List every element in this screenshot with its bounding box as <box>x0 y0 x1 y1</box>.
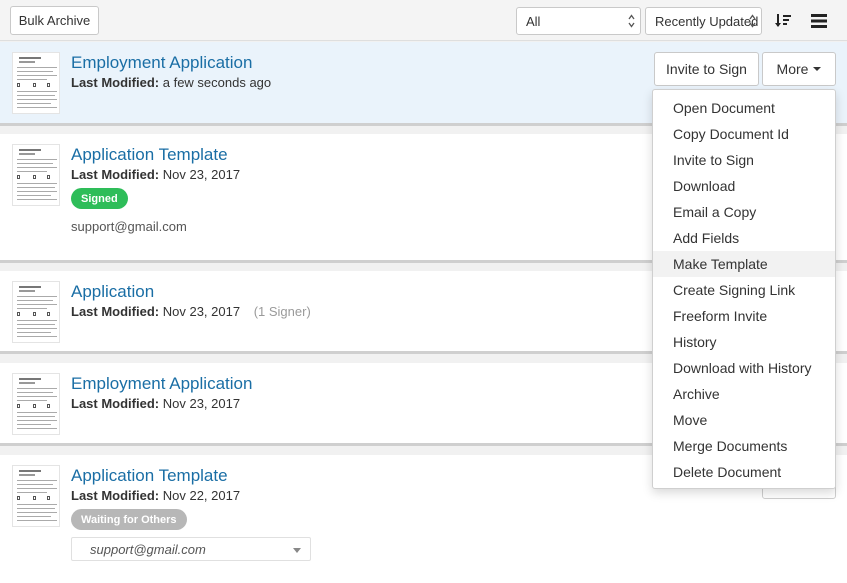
sort-select-value: Recently Updated <box>655 13 759 29</box>
last-modified-value: Nov 23, 2017 <box>162 304 241 319</box>
menu-item-history[interactable]: History <box>653 329 835 355</box>
list-view-icon[interactable] <box>809 11 829 31</box>
menu-item-delete-document[interactable]: Delete Document <box>653 459 835 485</box>
menu-item-email-a-copy[interactable]: Email a Copy <box>653 199 835 225</box>
signer-email: support@gmail.com <box>71 219 187 234</box>
last-modified-value: Nov 23, 2017 <box>162 167 241 182</box>
document-thumbnail <box>12 281 60 343</box>
caret-down-icon <box>813 67 822 71</box>
menu-item-invite-to-sign[interactable]: Invite to Sign <box>653 147 835 173</box>
invite-to-sign-button[interactable]: Invite to Sign <box>654 52 759 86</box>
menu-item-make-template[interactable]: Make Template <box>653 251 835 277</box>
signer-email: support@gmail.com <box>90 541 206 557</box>
toolbar: Bulk Archive All Recently Updated <box>0 0 847 41</box>
last-modified-label: Last Modified: <box>71 304 160 319</box>
menu-item-move[interactable]: Move <box>653 407 835 433</box>
filter-select-value: All <box>526 13 541 29</box>
sort-direction-icon[interactable] <box>773 11 793 31</box>
last-modified: Last Modified: Nov 23, 2017 (1 Signer) <box>71 304 311 319</box>
document-title[interactable]: Application Template <box>71 145 228 165</box>
document-title[interactable]: Application <box>71 282 154 302</box>
menu-item-open-document[interactable]: Open Document <box>653 95 835 121</box>
signer-count: (1 Signer) <box>253 304 311 319</box>
document-title[interactable]: Application Template <box>71 466 228 486</box>
last-modified-label: Last Modified: <box>71 167 160 182</box>
last-modified-value: Nov 22, 2017 <box>162 488 241 503</box>
last-modified: Last Modified: a few seconds ago <box>71 75 271 90</box>
filter-select[interactable]: All <box>516 7 641 35</box>
bulk-archive-button[interactable]: Bulk Archive <box>10 6 99 35</box>
last-modified: Last Modified: Nov 23, 2017 <box>71 167 240 182</box>
menu-item-add-fields[interactable]: Add Fields <box>653 225 835 251</box>
document-thumbnail <box>12 52 60 114</box>
menu-item-download-with-history[interactable]: Download with History <box>653 355 835 381</box>
select-arrows-icon <box>628 14 635 28</box>
last-modified-value: a few seconds ago <box>162 75 272 90</box>
signer-email-select[interactable]: support@gmail.com <box>71 537 311 561</box>
last-modified-value: Nov 23, 2017 <box>162 396 241 411</box>
status-badge: Waiting for Others <box>71 509 187 530</box>
more-button-label: More <box>776 61 809 77</box>
menu-item-create-signing-link[interactable]: Create Signing Link <box>653 277 835 303</box>
more-button[interactable]: More <box>762 52 836 86</box>
document-thumbnail <box>12 465 60 527</box>
last-modified-label: Last Modified: <box>71 396 160 411</box>
document-thumbnail <box>12 373 60 435</box>
sort-select[interactable]: Recently Updated <box>645 7 762 35</box>
menu-item-download[interactable]: Download <box>653 173 835 199</box>
menu-item-merge-documents[interactable]: Merge Documents <box>653 433 835 459</box>
document-title[interactable]: Employment Application <box>71 53 252 73</box>
last-modified: Last Modified: Nov 23, 2017 <box>71 396 240 411</box>
status-badge: Signed <box>71 188 128 209</box>
menu-item-archive[interactable]: Archive <box>653 381 835 407</box>
last-modified-label: Last Modified: <box>71 488 160 503</box>
document-thumbnail <box>12 144 60 206</box>
menu-item-freeform-invite[interactable]: Freeform Invite <box>653 303 835 329</box>
more-actions-menu: Open Document Copy Document Id Invite to… <box>652 89 836 489</box>
document-title[interactable]: Employment Application <box>71 374 252 394</box>
select-arrows-icon <box>749 14 756 28</box>
menu-item-copy-document-id[interactable]: Copy Document Id <box>653 121 835 147</box>
last-modified: Last Modified: Nov 22, 2017 <box>71 488 240 503</box>
last-modified-label: Last Modified: <box>71 75 160 90</box>
chevron-down-icon <box>293 548 301 553</box>
